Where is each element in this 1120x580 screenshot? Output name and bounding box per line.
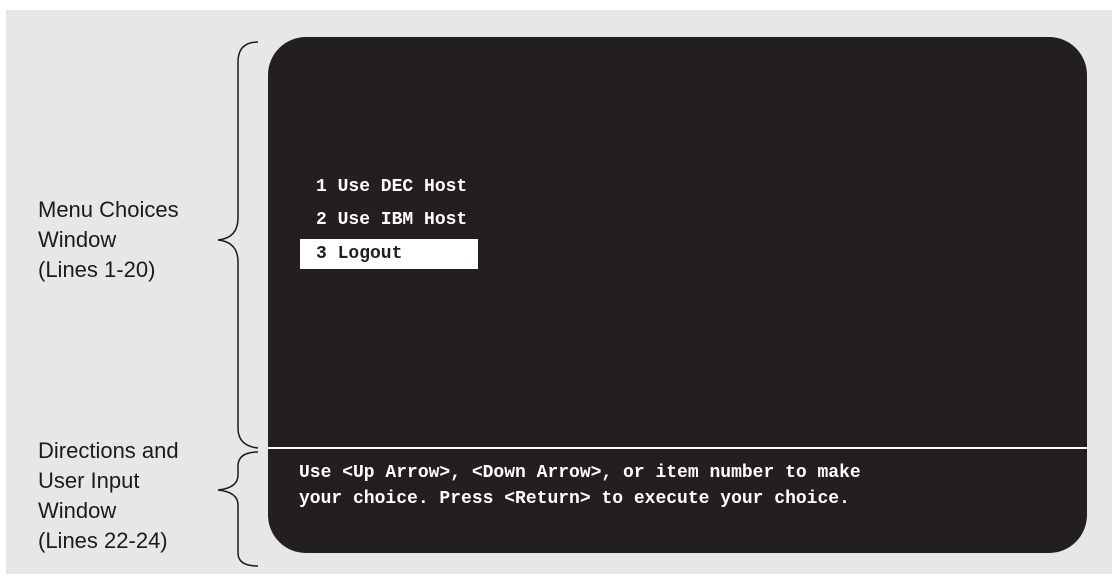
menu-choices-window: 1 Use DEC Host 2 Use IBM Host 3 Logout	[300, 171, 800, 269]
input-window-annotation: Directions and User Input Window (Lines …	[38, 438, 179, 553]
window-divider	[268, 447, 1087, 449]
menu-item-logout[interactable]: 3 Logout	[300, 239, 478, 269]
menu-window-annotation: Menu Choices Window (Lines 1-20)	[38, 197, 179, 282]
terminal-screen: 1 Use DEC Host 2 Use IBM Host 3 Logout U…	[268, 37, 1087, 553]
directions-input-window: Use <Up Arrow>, <Down Arrow>, or item nu…	[299, 463, 861, 509]
menu-item-use-dec-host[interactable]: 1 Use DEC Host	[300, 171, 800, 204]
menu-item-use-ibm-host[interactable]: 2 Use IBM Host	[300, 204, 800, 237]
